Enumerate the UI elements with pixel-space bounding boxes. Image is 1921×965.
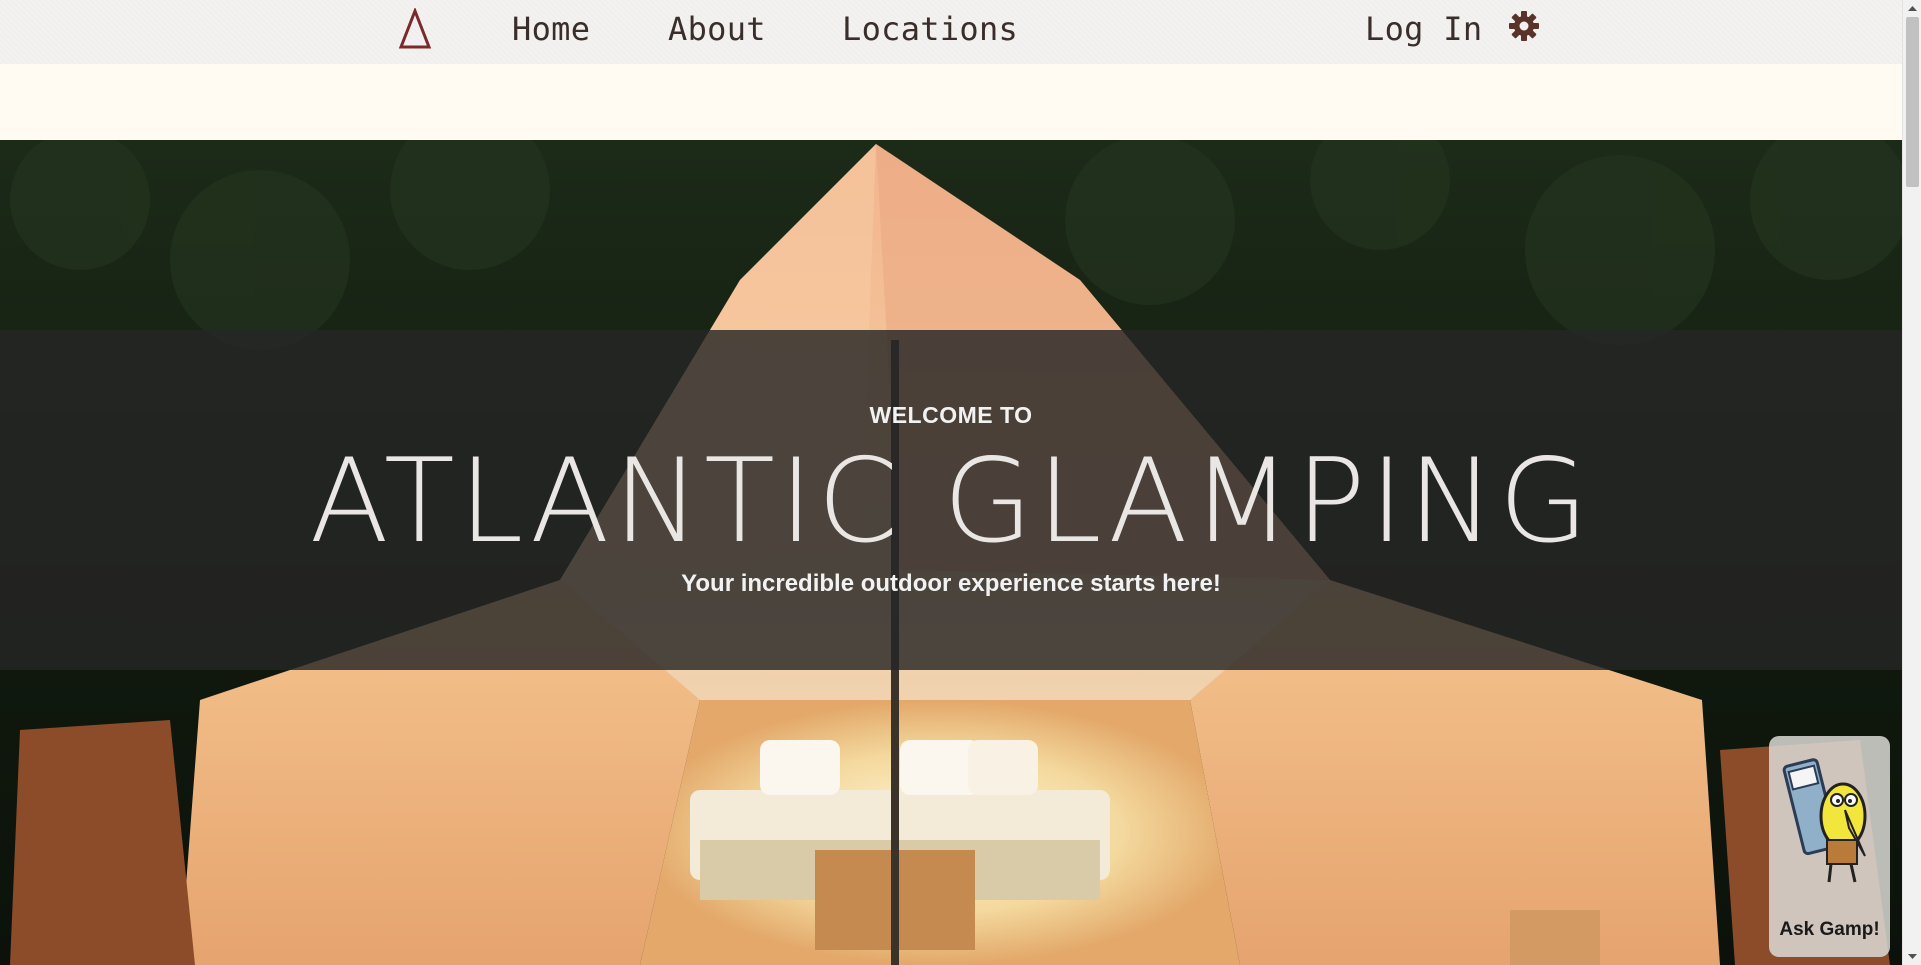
gamp-mascot-icon — [1782, 758, 1867, 883]
hero-section: WELCOME TO ATLANTIC GLAMPING Your incred… — [0, 140, 1902, 965]
scroll-up-icon[interactable] — [1903, 0, 1921, 17]
vertical-scrollbar[interactable] — [1902, 0, 1921, 965]
top-navbar: Home About Locations Log In — [0, 0, 1902, 64]
scrollbar-thumb[interactable] — [1906, 17, 1919, 187]
nav-home-link[interactable]: Home — [512, 10, 590, 48]
nav-locations-link[interactable]: Locations — [842, 10, 1018, 48]
cream-spacer — [0, 64, 1902, 140]
welcome-label: WELCOME TO — [869, 402, 1033, 428]
ask-gamp-label: Ask Gamp! — [1779, 919, 1880, 940]
scroll-down-icon[interactable] — [1903, 948, 1921, 965]
gear-icon[interactable] — [1508, 10, 1540, 42]
page: Home About Locations Log In WELCOME TO A… — [0, 0, 1921, 965]
ask-gamp-button[interactable]: Ask Gamp! — [1769, 736, 1890, 957]
brand-title: ATLANTIC GLAMPING — [309, 434, 1593, 569]
hero-tagline: Your incredible outdoor experience start… — [681, 570, 1221, 597]
nav-login-link[interactable]: Log In — [1365, 10, 1482, 48]
nav-about-link[interactable]: About — [668, 10, 766, 48]
triangle-tent-logo[interactable] — [398, 8, 432, 50]
